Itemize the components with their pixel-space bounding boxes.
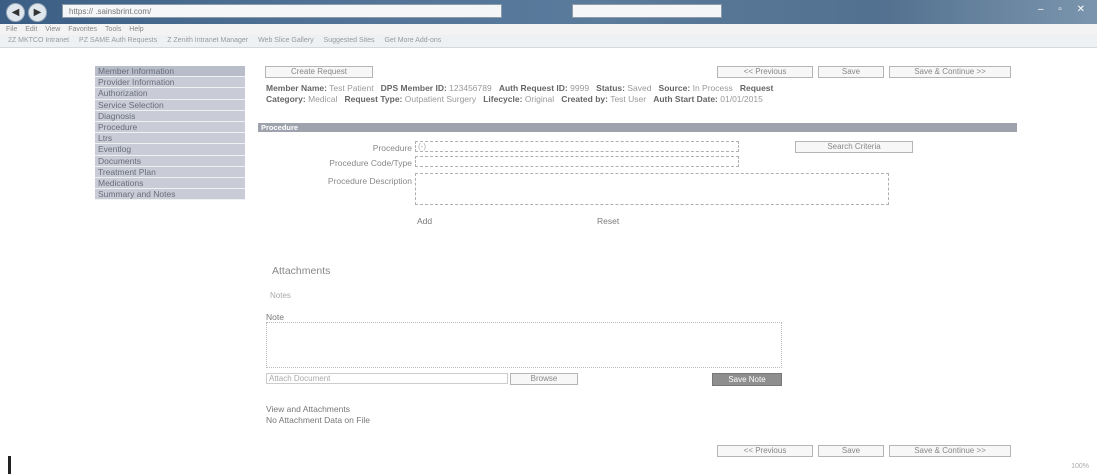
auth-request-value: 9999: [570, 83, 590, 93]
footer-save-button[interactable]: Save: [818, 445, 884, 457]
reset-link[interactable]: Reset: [597, 216, 619, 226]
source-label: Source:: [658, 83, 691, 93]
notes-subtitle: Notes: [270, 291, 291, 300]
favorite-link[interactable]: Z Zenith Intranet Manager: [167, 37, 248, 44]
create-request-button[interactable]: Create Request: [265, 66, 373, 78]
request-type-label: Request Type:: [344, 94, 403, 104]
menu-view[interactable]: View: [45, 26, 60, 33]
member-name-label: Member Name:: [266, 83, 327, 93]
nav-item-ltrs[interactable]: Ltrs: [95, 133, 245, 145]
favorite-link[interactable]: Suggested Sites: [324, 37, 375, 44]
nav-item-eventlog[interactable]: Eventlog: [95, 144, 245, 156]
member-name-value: Test Patient: [329, 83, 374, 93]
section-header-procedure: Procedure: [258, 123, 1017, 132]
status-value: Saved: [627, 83, 652, 93]
menu-edit[interactable]: Edit: [25, 26, 37, 33]
created-by-value: Test User: [610, 94, 647, 104]
favorite-link[interactable]: 2Z MKTCO Intranet: [8, 37, 69, 44]
add-link[interactable]: Add: [417, 216, 432, 226]
member-info-panel: Member Name: Test Patient DPS Member ID:…: [266, 83, 1006, 105]
favorite-link[interactable]: Web Slice Gallery: [258, 37, 314, 44]
nav-item-service-selection[interactable]: Service Selection: [95, 99, 245, 111]
menu-favorites[interactable]: Favorites: [68, 26, 97, 33]
save-button[interactable]: Save: [818, 66, 884, 78]
nav-item-provider-information[interactable]: Provider Information: [95, 77, 245, 89]
nav-item-procedure[interactable]: Procedure: [95, 121, 245, 134]
procedure-select[interactable]: (-): [415, 141, 739, 152]
attach-document-field[interactable]: Attach Document: [266, 373, 508, 384]
nav-item-summary-and-notes[interactable]: Summary and Notes: [95, 189, 245, 201]
request-type-value: Outpatient Surgery: [404, 94, 477, 104]
lifecycle-label: Lifecycle:: [483, 94, 523, 104]
view-attachments-label: View and Attachments: [266, 404, 350, 414]
nav-item-diagnosis[interactable]: Diagnosis: [95, 110, 245, 122]
auth-request-label: Auth Request ID:: [498, 83, 568, 93]
browser-tab[interactable]: [572, 4, 722, 18]
nav-item-member-information[interactable]: Member Information: [95, 66, 245, 78]
nav-item-documents[interactable]: Documents: [95, 155, 245, 167]
save-continue-button[interactable]: Save & Continue >>: [889, 66, 1011, 78]
footer-previous-button[interactable]: << Previous: [717, 445, 813, 457]
menu-file[interactable]: File: [6, 26, 17, 33]
address-bar[interactable]: https:// .sainsbrint.com/: [62, 4, 502, 18]
browser-menu-bar: File Edit View Favorites Tools Help: [0, 24, 1097, 35]
procedure-description-label: Procedure Description: [327, 176, 412, 186]
zoom-level[interactable]: 100%: [1071, 463, 1089, 470]
created-by-label: Created by:: [561, 94, 608, 104]
back-arrow-icon[interactable]: ◀: [6, 3, 25, 22]
request-label: Request: [739, 83, 774, 93]
lifecycle-value: Original: [524, 94, 555, 104]
footer-save-continue-button[interactable]: Save & Continue >>: [889, 445, 1011, 457]
previous-button[interactable]: << Previous: [717, 66, 813, 78]
menu-help[interactable]: Help: [129, 26, 143, 33]
attachments-title: Attachments: [272, 265, 331, 277]
status-label: Status:: [596, 83, 625, 93]
left-nav: Member Information Provider Information …: [95, 66, 245, 201]
nav-item-treatment-plan[interactable]: Treatment Plan: [95, 166, 245, 178]
favorite-link[interactable]: PZ SAME Auth Requests: [79, 37, 157, 44]
procedure-description-field[interactable]: [415, 173, 889, 205]
favorites-bar: 2Z MKTCO Intranet PZ SAME Auth Requests …: [0, 35, 1097, 48]
save-note-button[interactable]: Save Note: [712, 373, 782, 386]
window-controls[interactable]: – ▫ ✕: [1038, 4, 1091, 15]
text-cursor-marker: [8, 456, 11, 474]
menu-tools[interactable]: Tools: [105, 26, 121, 33]
favorite-link[interactable]: Get More Add-ons: [384, 37, 441, 44]
browser-title-bar: ◀ ▶ https:// .sainsbrint.com/ – ▫ ✕: [0, 0, 1097, 24]
mbr-id-label: DPS Member ID:: [380, 83, 447, 93]
procedure-label: Procedure: [372, 143, 412, 153]
forward-arrow-icon[interactable]: ▶: [28, 3, 47, 22]
source-value: In Process: [692, 83, 733, 93]
category-label: Category:: [266, 94, 306, 104]
no-attachment-message: No Attachment Data on File: [266, 415, 370, 425]
member-info-row-1: Member Name: Test Patient DPS Member ID:…: [266, 83, 1006, 94]
category-value: Medical: [308, 94, 338, 104]
mbr-id-value: 123456789: [449, 83, 492, 93]
search-criteria-button[interactable]: Search Criteria: [795, 141, 913, 153]
auth-start-label: Auth Start Date:: [653, 94, 718, 104]
procedure-code-label: Procedure Code/Type: [329, 158, 412, 168]
note-label: Note: [266, 312, 284, 322]
note-textarea[interactable]: [266, 322, 782, 368]
nav-item-medications[interactable]: Medications: [95, 177, 245, 190]
member-info-row-2: Category: Medical Request Type: Outpatie…: [266, 94, 1006, 105]
auth-start-value: 01/01/2015: [720, 94, 763, 104]
procedure-code-field[interactable]: [415, 156, 739, 167]
browse-button[interactable]: Browse: [510, 373, 578, 385]
nav-item-authorization[interactable]: Authorization: [95, 88, 245, 100]
